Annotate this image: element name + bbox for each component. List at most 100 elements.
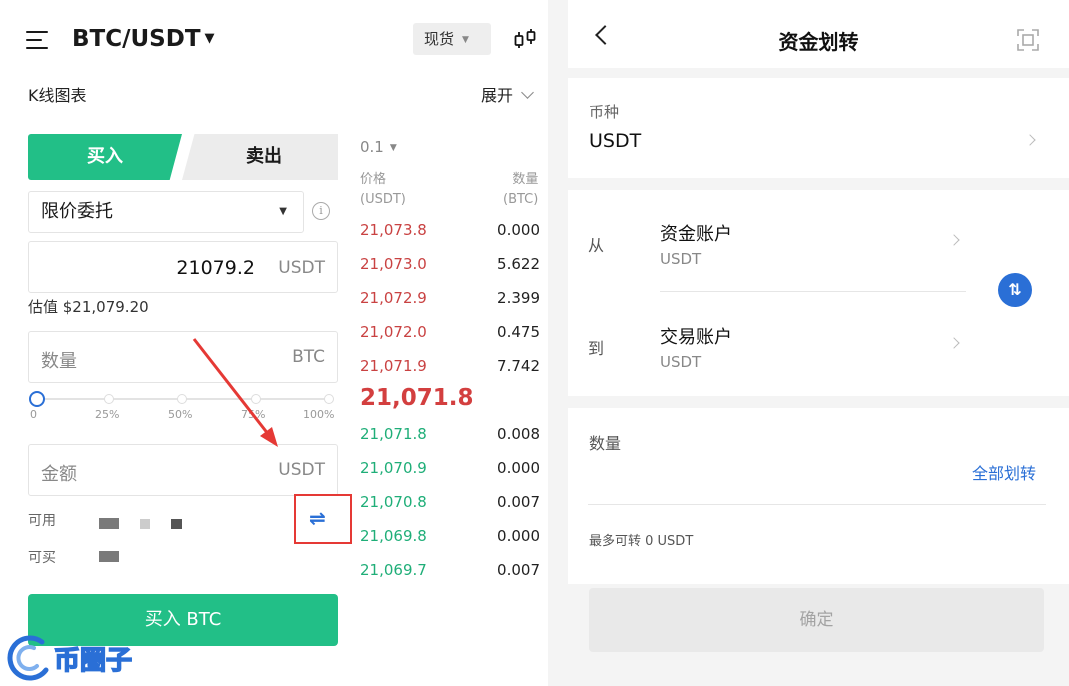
price-header-unit: (USDT) <box>360 192 406 207</box>
slider-mark-label: 25% <box>95 408 120 421</box>
bid-price: 21,071.8 <box>360 425 427 443</box>
chevron-down-icon <box>521 86 534 99</box>
expand-chart-button[interactable]: 展开 <box>481 82 534 106</box>
confirm-button[interactable]: 确定 <box>589 588 1044 652</box>
redacted-value <box>99 551 119 562</box>
slider-mark-label: 50% <box>168 408 193 421</box>
slider-stop[interactable] <box>104 394 114 404</box>
ask-row[interactable]: 21,073.0 5.622 <box>360 255 540 279</box>
from-label: 从 <box>588 236 605 255</box>
swap-arrows-icon: ⇌ <box>309 506 326 530</box>
to-account-selector[interactable]: 到 交易账户 USDT <box>568 302 968 392</box>
annotation-arrow-icon <box>192 338 278 447</box>
bid-row[interactable]: 21,069.7 0.007 <box>360 561 540 585</box>
bid-row[interactable]: 21,070.9 0.000 <box>360 459 540 483</box>
depth-value: 0.1 <box>360 138 384 156</box>
buyable-label: 可买 <box>28 550 56 566</box>
price-header: 价格 <box>360 172 387 187</box>
watermark: 币圈子 <box>2 630 162 686</box>
quantity-input[interactable]: 数量 BTC <box>28 331 338 383</box>
ask-price: 21,072.9 <box>360 289 427 307</box>
history-icon[interactable] <box>1016 28 1040 52</box>
ask-row[interactable]: 21,071.9 7.742 <box>360 357 540 381</box>
ask-qty: 7.742 <box>497 357 540 375</box>
ask-price: 21,073.8 <box>360 221 427 239</box>
coin-selector[interactable]: 币种 USDT <box>568 78 1069 178</box>
ask-qty: 2.399 <box>497 289 540 307</box>
price-value: 21079.2 <box>176 257 255 279</box>
slider-stop[interactable] <box>177 394 187 404</box>
chevron-right-icon <box>948 234 960 246</box>
percentage-slider[interactable]: 0 25% 50% 75% 100% <box>28 388 338 422</box>
swap-accounts-button[interactable]: ⇅ <box>998 273 1032 307</box>
coin-label: 币种 <box>589 103 620 121</box>
page-title: 资金划转 <box>778 30 859 54</box>
orderbook-price-header: 价格 (USDT) <box>360 170 406 210</box>
tab-sell[interactable]: 卖出 <box>182 134 338 180</box>
to-account-name: 交易账户 <box>660 327 732 348</box>
tab-buy[interactable]: 买入 <box>28 134 182 180</box>
qty-header: 数量 <box>512 172 539 187</box>
from-account-unit: USDT <box>660 250 702 268</box>
info-icon[interactable]: i <box>312 202 330 220</box>
chevron-right-icon <box>1024 134 1036 146</box>
caret-down-icon: ▼ <box>279 206 287 217</box>
redacted-value <box>171 519 182 529</box>
caret-down-icon: ▼ <box>389 143 397 153</box>
bid-price: 21,070.9 <box>360 459 427 477</box>
from-account-selector[interactable]: 从 资金账户 USDT <box>568 200 968 290</box>
swap-unit-button[interactable]: ⇌ <box>294 494 352 544</box>
to-account-unit: USDT <box>660 353 702 371</box>
chevron-right-icon <box>948 337 960 349</box>
watermark-text: 币圈子 <box>53 645 133 677</box>
market-type-label: 现货 <box>424 30 455 48</box>
transfer-all-button[interactable]: 全部划转 <box>972 460 1036 484</box>
slider-stop[interactable] <box>324 394 334 404</box>
bid-qty: 0.007 <box>497 561 540 579</box>
bid-row[interactable]: 21,069.8 0.000 <box>360 527 540 551</box>
ask-qty: 0.000 <box>497 221 540 239</box>
orderbook-qty-header: 数量 (BTC) <box>503 170 538 210</box>
redacted-value <box>140 519 150 529</box>
pair-selector[interactable]: BTC/USDT ▼ <box>72 26 215 52</box>
ask-price: 21,072.0 <box>360 323 427 341</box>
depth-selector[interactable]: 0.1 ▼ <box>360 138 397 156</box>
redacted-value <box>99 518 119 529</box>
expand-label: 展开 <box>481 86 514 105</box>
transfer-screen: 资金划转 币种 USDT 从 资金账户 USDT 到 交易账户 USDT ⇅ 数… <box>568 0 1069 686</box>
slider-mark-label: 0 <box>30 408 37 421</box>
ask-row[interactable]: 21,073.8 0.000 <box>360 221 540 245</box>
watermark-logo-icon <box>7 635 49 681</box>
transfer-amount-input[interactable] <box>588 448 958 494</box>
price-unit: USDT <box>278 258 325 278</box>
ask-row[interactable]: 21,072.0 0.475 <box>360 323 540 347</box>
transfer-header: 资金划转 <box>568 0 1069 68</box>
quantity-unit: BTC <box>292 347 325 367</box>
ask-row[interactable]: 21,072.9 2.399 <box>360 289 540 313</box>
candlestick-chart-icon[interactable] <box>511 26 539 54</box>
bid-qty: 0.007 <box>497 493 540 511</box>
from-account-name: 资金账户 <box>660 224 732 245</box>
estimated-value: 估值 $21,079.20 <box>28 298 149 316</box>
bid-qty: 0.000 <box>497 459 540 477</box>
order-type-value: 限价委托 <box>41 201 113 222</box>
order-type-select[interactable]: 限价委托 ▼ <box>28 191 304 233</box>
caret-down-icon: ▼ <box>462 35 469 45</box>
price-input[interactable]: 21079.2 USDT <box>28 241 338 293</box>
amount-unit: USDT <box>278 460 325 480</box>
divider <box>588 504 1046 505</box>
slider-handle[interactable] <box>29 391 45 407</box>
kline-chart-label: K线图表 <box>28 86 87 105</box>
bid-price: 21,069.8 <box>360 527 427 545</box>
last-price[interactable]: 21,071.8 <box>360 385 474 411</box>
bid-row[interactable]: 21,070.8 0.007 <box>360 493 540 517</box>
bid-row[interactable]: 21,071.8 0.008 <box>360 425 540 449</box>
menu-icon[interactable] <box>26 30 48 50</box>
amount-input[interactable]: 金额 USDT <box>28 444 338 496</box>
ask-qty: 5.622 <box>497 255 540 273</box>
bid-qty: 0.000 <box>497 527 540 545</box>
ask-price: 21,073.0 <box>360 255 427 273</box>
market-type-selector[interactable]: 现货 ▼ <box>413 23 491 55</box>
pair-title: BTC/USDT <box>72 26 201 52</box>
amount-placeholder: 金额 <box>41 464 77 485</box>
